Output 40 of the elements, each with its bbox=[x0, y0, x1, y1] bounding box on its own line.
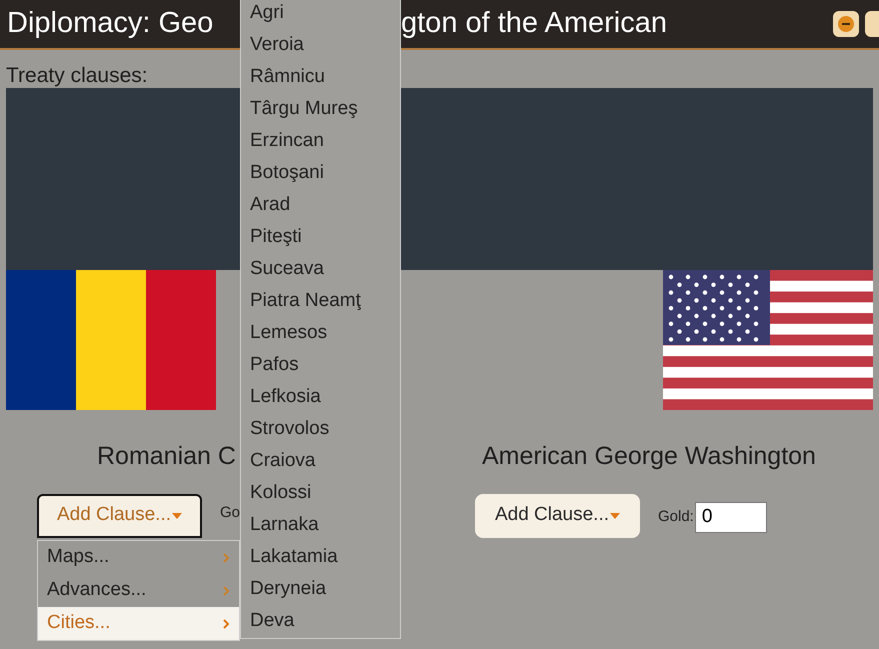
city-item[interactable]: Suceava bbox=[250, 253, 400, 285]
chevron-icon bbox=[223, 618, 230, 628]
menu-item[interactable]: Advances... bbox=[38, 574, 239, 607]
city-item[interactable]: Deva bbox=[250, 605, 400, 637]
menu-item[interactable]: Maps... bbox=[38, 541, 239, 574]
city-item[interactable]: Arad bbox=[250, 189, 400, 221]
city-item[interactable]: Kolossi bbox=[250, 477, 400, 509]
city-item[interactable]: Lefkosia bbox=[250, 381, 400, 413]
amount-label: Go bbox=[220, 502, 240, 522]
window-title: gton of the American bbox=[401, 6, 667, 42]
city-item[interactable]: Lemesos bbox=[250, 317, 400, 349]
city-item[interactable]: Erzincan bbox=[250, 125, 400, 157]
city-item[interactable]: Strovolos bbox=[250, 413, 400, 445]
city-item[interactable]: Lakatamia bbox=[250, 541, 400, 573]
close-button[interactable] bbox=[865, 11, 879, 37]
city-item[interactable]: Veroia bbox=[250, 29, 400, 61]
city-item[interactable]: Pafos bbox=[250, 349, 400, 381]
chevron-icon bbox=[223, 552, 230, 562]
caret-icon bbox=[610, 512, 620, 518]
city-item[interactable]: Deryneia bbox=[250, 573, 400, 605]
treaty-label: Treaty clauses: bbox=[6, 64, 148, 88]
window-title: Diplomacy: Geo bbox=[7, 6, 214, 42]
amount-input[interactable]: 0 bbox=[694, 502, 767, 532]
player-name: Romanian C bbox=[97, 442, 236, 470]
amount-label: Gold: bbox=[658, 506, 694, 527]
add-clause-button[interactable]: Add Clause... bbox=[475, 494, 640, 538]
minimize-button[interactable] bbox=[833, 11, 859, 37]
caret-icon bbox=[172, 512, 182, 518]
city-item[interactable]: Piteşti bbox=[250, 221, 400, 253]
menu-item[interactable]: Cities... bbox=[38, 607, 239, 640]
player-name: American George Washington bbox=[482, 442, 816, 470]
chevron-icon bbox=[223, 586, 230, 596]
city-item[interactable]: Târgu Mureş bbox=[250, 93, 400, 125]
city-item[interactable]: Râmnicu bbox=[250, 61, 400, 93]
add-clause-button[interactable]: Add Clause... bbox=[37, 494, 202, 538]
city-item[interactable]: Craiova bbox=[250, 445, 400, 477]
city-item[interactable]: Botoşani bbox=[250, 157, 400, 189]
city-item[interactable]: Agri bbox=[250, 0, 400, 29]
city-item[interactable]: Piatra Neamţ bbox=[250, 285, 400, 317]
city-item[interactable]: Larnaka bbox=[250, 509, 400, 541]
